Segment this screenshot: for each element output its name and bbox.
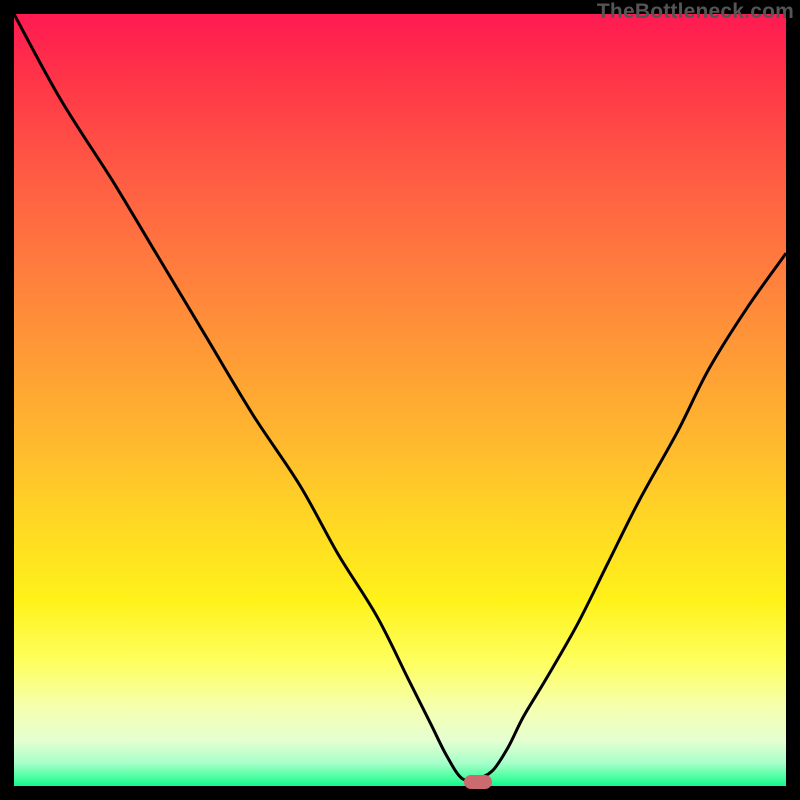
curve-path [14, 14, 786, 780]
attribution-watermark: TheBottleneck.com [597, 0, 794, 24]
optimal-point-marker [464, 775, 492, 789]
chart-stage: TheBottleneck.com [0, 0, 800, 800]
plot-inner [14, 14, 786, 786]
bottleneck-curve [14, 14, 786, 786]
plot-area [14, 14, 786, 786]
